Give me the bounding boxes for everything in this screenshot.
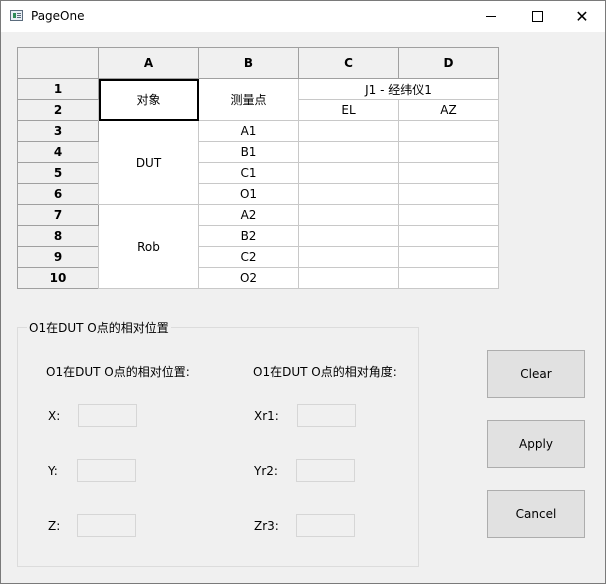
- row-header-6[interactable]: 6: [17, 183, 99, 205]
- point-cell[interactable]: O1: [198, 183, 299, 205]
- maximize-button[interactable]: [514, 1, 560, 32]
- point-cell[interactable]: C1: [198, 162, 299, 184]
- column-header-c[interactable]: C: [298, 47, 399, 79]
- xr-label: Xr1:: [254, 409, 279, 423]
- zr-input[interactable]: [296, 514, 355, 537]
- az-cell[interactable]: [398, 204, 499, 226]
- close-button[interactable]: ✕: [559, 1, 605, 32]
- el-header-cell[interactable]: EL: [298, 99, 399, 121]
- row-header-5[interactable]: 5: [17, 162, 99, 184]
- cancel-button[interactable]: Cancel: [487, 490, 585, 538]
- object-header-cell[interactable]: 对象: [98, 78, 199, 121]
- zr-label: Zr3:: [254, 519, 279, 533]
- column-header-b[interactable]: B: [198, 47, 299, 79]
- row-header-8[interactable]: 8: [17, 225, 99, 247]
- groupbox-title: O1在DUT O点的相对位置: [27, 319, 171, 336]
- point-cell[interactable]: A1: [198, 120, 299, 142]
- row-header-3[interactable]: 3: [17, 120, 99, 142]
- el-cell[interactable]: [298, 204, 399, 226]
- el-cell[interactable]: [298, 141, 399, 163]
- point-cell[interactable]: B2: [198, 225, 299, 247]
- el-cell[interactable]: [298, 246, 399, 268]
- el-cell[interactable]: [298, 120, 399, 142]
- column-header-a[interactable]: A: [98, 47, 199, 79]
- minimize-button[interactable]: [468, 1, 514, 32]
- yr-input[interactable]: [296, 459, 355, 482]
- row-header-10[interactable]: 10: [17, 267, 99, 289]
- column-header-d[interactable]: D: [398, 47, 499, 79]
- instrument-header-cell[interactable]: J1 - 经纬仪1: [298, 78, 499, 100]
- app-icon: [10, 10, 23, 21]
- object-cell-dut[interactable]: DUT: [98, 120, 199, 205]
- y-input[interactable]: [77, 459, 136, 482]
- az-cell[interactable]: [398, 183, 499, 205]
- window-title: PageOne: [31, 9, 85, 23]
- object-cell-rob[interactable]: Rob: [98, 204, 199, 289]
- point-cell[interactable]: A2: [198, 204, 299, 226]
- apply-button[interactable]: Apply: [487, 420, 585, 468]
- az-cell[interactable]: [398, 246, 499, 268]
- close-icon: ✕: [575, 6, 589, 26]
- point-cell[interactable]: C2: [198, 246, 299, 268]
- z-input[interactable]: [77, 514, 136, 537]
- az-header-cell[interactable]: AZ: [398, 99, 499, 121]
- el-cell[interactable]: [298, 162, 399, 184]
- el-cell[interactable]: [298, 267, 399, 289]
- position-section-label: O1在DUT O点的相对位置:: [46, 365, 190, 379]
- row-header-1[interactable]: 1: [17, 78, 99, 100]
- xr-input[interactable]: [297, 404, 356, 427]
- row-header-9[interactable]: 9: [17, 246, 99, 268]
- az-cell[interactable]: [398, 141, 499, 163]
- maximize-icon: [531, 11, 543, 22]
- main-window: PageOne ✕ A B C D 1 对象 测量点 J1 - 经纬仪1 2 E…: [0, 0, 606, 584]
- y-label: Y:: [48, 464, 58, 478]
- row-header-4[interactable]: 4: [17, 141, 99, 163]
- measurement-table[interactable]: A B C D 1 对象 测量点 J1 - 经纬仪1 2 EL AZ 3 DUT…: [17, 47, 499, 289]
- title-bar[interactable]: PageOne ✕: [1, 1, 605, 32]
- minimize-icon: [486, 16, 496, 17]
- az-cell[interactable]: [398, 120, 499, 142]
- az-cell[interactable]: [398, 267, 499, 289]
- yr-label: Yr2:: [254, 464, 278, 478]
- el-cell[interactable]: [298, 225, 399, 247]
- el-cell[interactable]: [298, 183, 399, 205]
- point-cell[interactable]: O2: [198, 267, 299, 289]
- clear-button[interactable]: Clear: [487, 350, 585, 398]
- row-header-2[interactable]: 2: [17, 99, 99, 121]
- x-input[interactable]: [78, 404, 137, 427]
- point-header-cell[interactable]: 测量点: [198, 78, 299, 121]
- az-cell[interactable]: [398, 225, 499, 247]
- angle-section-label: O1在DUT O点的相对角度:: [253, 365, 397, 379]
- point-cell[interactable]: B1: [198, 141, 299, 163]
- row-header-7[interactable]: 7: [17, 204, 99, 226]
- az-cell[interactable]: [398, 162, 499, 184]
- x-label: X:: [48, 409, 61, 423]
- z-label: Z:: [48, 519, 61, 533]
- table-corner[interactable]: [17, 47, 99, 79]
